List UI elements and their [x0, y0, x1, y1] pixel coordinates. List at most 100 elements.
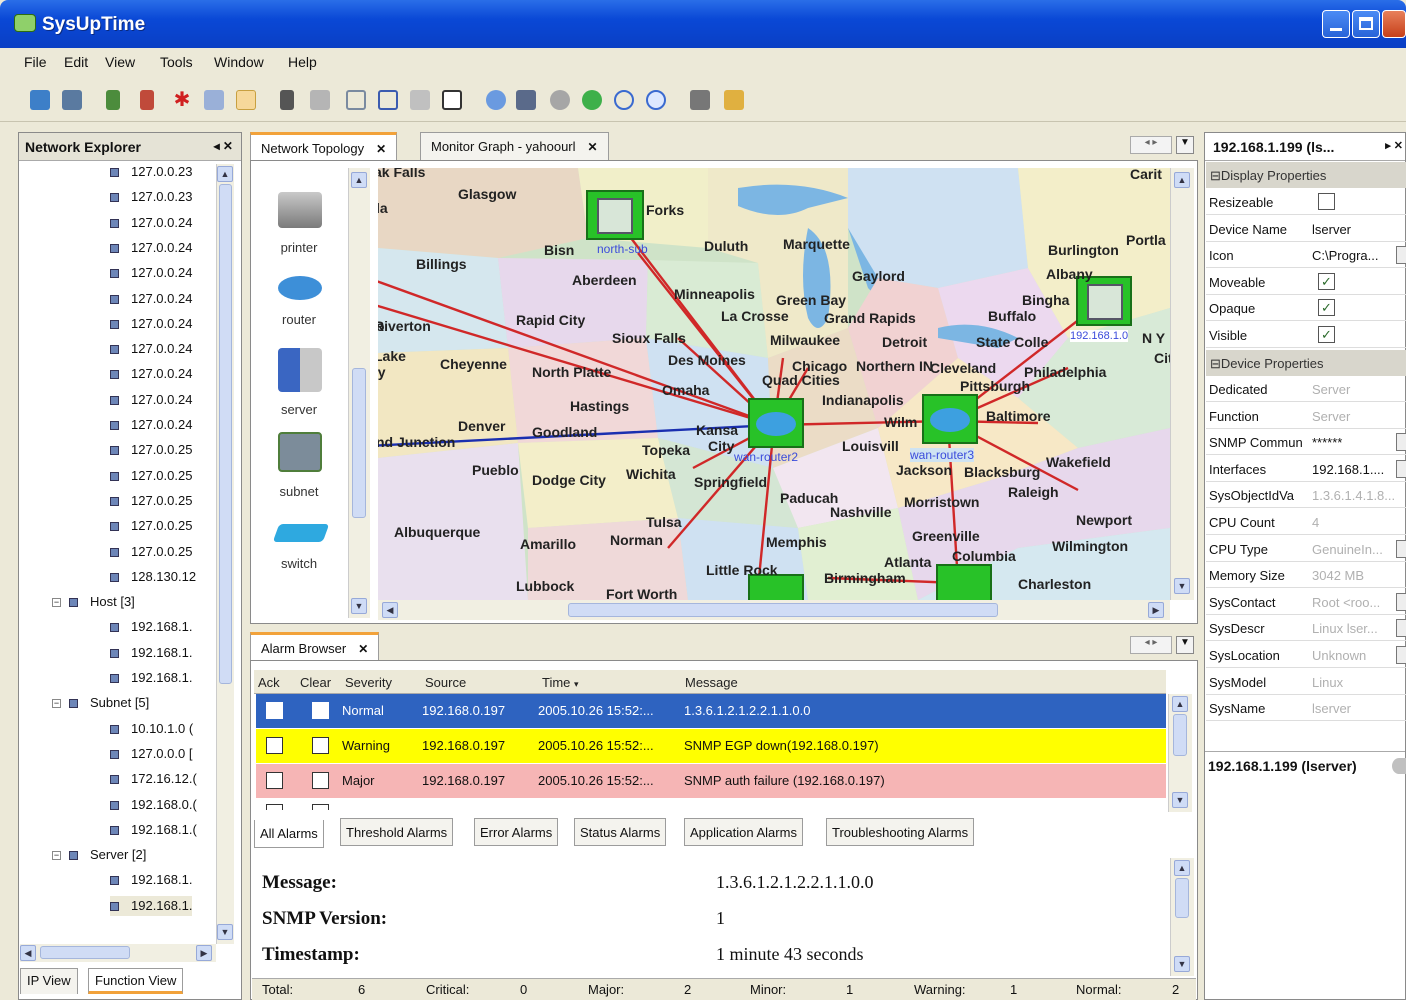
ack-checkbox[interactable] — [266, 737, 283, 754]
tree-item-127[interactable]: 127.0.0.25 — [110, 542, 192, 562]
property-value[interactable]: C:\Progra... — [1312, 248, 1402, 263]
detail-scroll-thumb[interactable] — [1175, 878, 1189, 918]
delete-icon[interactable] — [280, 90, 294, 110]
ack-checkbox[interactable] — [266, 804, 283, 810]
tree-item-127[interactable]: 127.0.0.23 — [110, 187, 192, 207]
subnet-192-node-label[interactable]: 192.168.1.0 — [1070, 330, 1129, 342]
property-row[interactable]: SysDescr Linux lser... — [1206, 615, 1406, 642]
zoom-out-icon[interactable] — [614, 90, 634, 110]
alarm-filter-tab[interactable]: All Alarms — [254, 820, 324, 848]
fit-icon[interactable] — [516, 90, 536, 110]
tree-item-subnet[interactable]: 172.16.12.( — [110, 769, 197, 789]
discover-icon[interactable]: ✱ — [172, 90, 192, 110]
wan-router2-node-label[interactable]: wan-router2 — [734, 450, 798, 464]
tree-item-subnet[interactable]: 192.168.1.( — [110, 820, 197, 840]
scroll-up-icon[interactable]: ▲ — [217, 166, 233, 182]
frame-icon[interactable] — [442, 90, 462, 110]
tree-item-127[interactable]: 127.0.0.25 — [110, 491, 192, 511]
north-sub-node-icon[interactable] — [586, 190, 644, 240]
tree-item-subnet[interactable]: 127.0.0.0 [ — [110, 744, 192, 764]
menu-edit[interactable]: Edit — [64, 54, 88, 70]
close-tab-icon[interactable]: ✕ — [376, 142, 386, 156]
tab-ip-view[interactable]: IP View — [20, 968, 78, 994]
property-edit-button[interactable] — [1396, 459, 1406, 478]
col-ack[interactable]: Ack — [258, 675, 280, 690]
tree-item-subnet[interactable]: 192.168.0.( — [110, 795, 197, 815]
tree-item-127[interactable]: 127.0.0.24 — [110, 415, 192, 435]
palette-scroll-up-icon[interactable]: ▲ — [351, 172, 367, 188]
property-value[interactable]: 192.168.1.... — [1312, 462, 1402, 477]
property-value[interactable]: Root <roo... — [1312, 595, 1402, 610]
wan-router3-node-icon[interactable] — [922, 394, 978, 444]
property-edit-button[interactable] — [1396, 246, 1406, 265]
tree-item-127[interactable]: 127.0.0.24 — [110, 314, 192, 334]
palette-scroll-down-icon[interactable]: ▼ — [351, 598, 367, 614]
map-hscroll-thumb[interactable] — [568, 603, 998, 617]
col-time[interactable]: Time ▾ — [542, 675, 579, 690]
ack-checkbox[interactable] — [266, 702, 283, 719]
map-scroll-up-icon[interactable]: ▲ — [1174, 172, 1190, 188]
alarm-filter-tab[interactable]: Threshold Alarms — [340, 818, 454, 846]
device-properties-section[interactable]: ⊟Device Properties — [1206, 350, 1406, 376]
menu-view[interactable]: View — [105, 54, 135, 70]
tree-item-server[interactable]: 192.168.1. — [110, 895, 193, 916]
switch-icon[interactable] — [272, 524, 330, 542]
collapse-icon[interactable]: − — [52, 699, 61, 709]
property-row[interactable]: SysObjectIdVa 1.3.6.1.4.1.8... — [1206, 482, 1406, 509]
tab-list-dropdown-icon[interactable]: ▼ — [1176, 136, 1194, 154]
note-icon[interactable] — [236, 90, 256, 110]
property-value[interactable]: Unknown — [1312, 648, 1402, 663]
alarm-filter-tab[interactable]: Status Alarms — [574, 818, 667, 846]
property-edit-button[interactable] — [1396, 619, 1406, 638]
property-value[interactable]: Linux lser... — [1312, 621, 1402, 636]
property-row[interactable]: Interfaces 192.168.1.... — [1206, 456, 1406, 482]
topology-map[interactable]: north-sub wan-router2 wan-router3 192.16… — [378, 168, 1170, 600]
alarm-filter-tab[interactable]: Troubleshooting Alarms — [826, 818, 975, 846]
explorer-hscroll[interactable]: ◀ ▶ — [20, 944, 216, 962]
maximize-button[interactable] — [1352, 10, 1380, 38]
clear-checkbox[interactable] — [312, 772, 329, 789]
stop-icon[interactable] — [550, 90, 570, 110]
menu-file[interactable]: File — [24, 54, 47, 70]
scroll-right-icon[interactable]: ▶ — [196, 945, 212, 961]
collapse-icon[interactable]: ⊟ — [1210, 356, 1221, 371]
alarm-scroll-thumb[interactable] — [1173, 714, 1187, 756]
explorer-close-icon[interactable]: ◂ ✕ — [214, 139, 233, 153]
property-row[interactable]: Device Name lserver — [1206, 216, 1406, 242]
tab-alarm-browser[interactable]: Alarm Browser ✕ — [250, 632, 380, 660]
alarm-filter-tab[interactable]: Error Alarms — [474, 818, 559, 846]
north-sub-node-label[interactable]: north-sub — [597, 242, 648, 256]
property-row[interactable]: SysContact Root <roo... — [1206, 589, 1406, 615]
report-icon[interactable] — [724, 90, 744, 110]
zoom-in-icon[interactable] — [646, 90, 666, 110]
wan-router2-node-icon[interactable] — [748, 398, 804, 448]
property-row[interactable]: Memory Size 3042 MB — [1206, 562, 1406, 589]
detail-scroll-up-icon[interactable]: ▲ — [1174, 860, 1190, 876]
col-message[interactable]: Message — [685, 675, 738, 690]
property-row[interactable]: CPU Type GenuineIn... — [1206, 536, 1406, 562]
property-row[interactable]: Dedicated Server — [1206, 376, 1406, 402]
tree-item-127[interactable]: 127.0.0.25 — [110, 516, 192, 536]
property-edit-button[interactable] — [1396, 539, 1406, 558]
property-value[interactable]: lserver — [1312, 222, 1402, 237]
property-edit-button[interactable] — [1396, 592, 1406, 611]
tree-item-server[interactable]: 192.168.1. — [110, 870, 192, 890]
grid-icon[interactable] — [310, 90, 330, 110]
property-checkbox[interactable]: ✓ — [1318, 326, 1335, 343]
tree-group-host[interactable]: − Host [3] — [52, 592, 135, 612]
remove-node-icon[interactable] — [140, 90, 154, 110]
map-scroll-down-icon[interactable]: ▼ — [1174, 578, 1190, 594]
property-row[interactable]: SysLocation Unknown — [1206, 642, 1406, 668]
property-value[interactable]: Server — [1312, 409, 1402, 424]
router-icon[interactable] — [278, 276, 322, 300]
tree-item-host[interactable]: 192.168.1. — [110, 643, 192, 663]
property-row[interactable]: Opaque ✓ — [1206, 295, 1406, 322]
property-edit-button[interactable] — [1396, 433, 1406, 452]
alarm-row-partial[interactable] — [256, 798, 1166, 810]
col-severity[interactable]: Severity — [345, 675, 392, 690]
property-value[interactable]: 1.3.6.1.4.1.8... — [1312, 488, 1402, 503]
alarm-scrollbar[interactable]: ▲ ▼ — [1168, 694, 1192, 812]
menu-tools[interactable]: Tools — [160, 54, 193, 70]
explorer-scrollbar[interactable]: ▲ ▼ — [216, 164, 234, 944]
col-source[interactable]: Source — [425, 675, 466, 690]
